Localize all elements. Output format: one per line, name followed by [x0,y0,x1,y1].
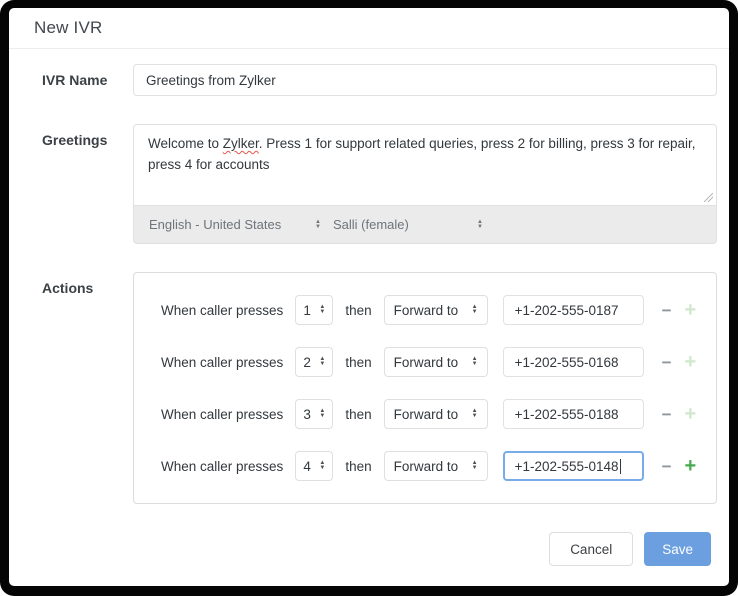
plus-icon: + [685,351,697,373]
select-stepper-icon: ▲▼ [319,305,325,315]
phone-number-value: +1-202-555-0188 [515,407,619,422]
action-row-4: When caller presses 4 ▲▼ then Forward to… [134,451,716,481]
voice-options-band: English - United States ▲▼ Salli (female… [133,206,717,244]
ivr-name-input[interactable]: Greetings from Zylker [133,64,717,96]
cancel-button[interactable]: Cancel [549,532,633,566]
minus-icon: − [662,405,672,424]
phone-number-input[interactable]: +1-202-555-0148 [503,451,644,481]
voice-select-value: Salli (female) [333,217,409,232]
action-connector-text: then [345,303,371,318]
select-stepper-icon: ▲▼ [319,461,325,471]
resize-handle-icon[interactable] [704,193,713,202]
select-stepper-icon: ▲▼ [477,220,483,230]
ivr-name-row: IVR Name Greetings from Zylker [42,64,717,96]
action-type-value: Forward to [394,407,459,422]
plus-icon: + [685,299,697,321]
plus-icon: + [685,403,697,425]
actions-row: Actions When caller presses 1 ▲▼ then [42,272,717,504]
language-select-value: English - United States [149,217,281,232]
remove-action-button[interactable]: − [662,354,672,371]
key-select-value: 3 [303,407,311,422]
select-stepper-icon: ▲▼ [472,409,478,419]
greetings-label: Greetings [42,124,133,244]
key-select-value: 2 [303,355,311,370]
greetings-text-before: Welcome to [148,136,223,151]
action-type-value: Forward to [394,303,459,318]
key-select-value: 1 [303,303,311,318]
phone-number-value: +1-202-555-0148 [515,459,619,474]
action-type-select[interactable]: Forward to ▲▼ [384,451,488,481]
key-select[interactable]: 3 ▲▼ [295,399,333,429]
dialog-body: IVR Name Greetings from Zylker Greetings… [9,49,729,532]
phone-number-input[interactable]: +1-202-555-0188 [503,399,644,429]
action-prefix-text: When caller presses [161,355,283,370]
action-connector-text: then [345,355,371,370]
phone-number-value: +1-202-555-0168 [515,355,619,370]
key-select[interactable]: 4 ▲▼ [295,451,333,481]
remove-action-button[interactable]: − [662,458,672,475]
minus-icon: − [662,301,672,320]
phone-number-input[interactable]: +1-202-555-0187 [503,295,644,325]
actions-panel: When caller presses 1 ▲▼ then Forward to… [133,272,717,504]
select-stepper-icon: ▲▼ [472,461,478,471]
ivr-name-label: IVR Name [42,64,133,96]
phone-number-value: +1-202-555-0187 [515,303,619,318]
action-row-1: When caller presses 1 ▲▼ then Forward to… [134,295,716,325]
add-action-button[interactable]: + [685,352,697,372]
add-action-button[interactable]: + [685,404,697,424]
action-type-select[interactable]: Forward to ▲▼ [384,399,488,429]
dialog-header: New IVR [9,8,729,49]
add-action-button[interactable]: + [685,456,697,476]
remove-action-button[interactable]: − [662,406,672,423]
select-stepper-icon: ▲▼ [472,305,478,315]
action-type-value: Forward to [394,459,459,474]
minus-icon: − [662,457,672,476]
action-type-select[interactable]: Forward to ▲▼ [384,347,488,377]
action-prefix-text: When caller presses [161,303,283,318]
action-connector-text: then [345,407,371,422]
action-prefix-text: When caller presses [161,407,283,422]
save-button[interactable]: Save [644,532,711,566]
language-select[interactable]: English - United States ▲▼ [149,217,321,232]
add-action-button[interactable]: + [685,300,697,320]
action-type-select[interactable]: Forward to ▲▼ [384,295,488,325]
action-connector-text: then [345,459,371,474]
voice-select[interactable]: Salli (female) ▲▼ [333,217,483,232]
phone-number-input[interactable]: +1-202-555-0168 [503,347,644,377]
key-select[interactable]: 2 ▲▼ [295,347,333,377]
key-select-value: 4 [303,459,311,474]
plus-icon: + [685,455,697,477]
actions-label: Actions [42,272,133,504]
select-stepper-icon: ▲▼ [472,357,478,367]
select-stepper-icon: ▲▼ [319,357,325,367]
select-stepper-icon: ▲▼ [315,220,321,230]
greetings-misspelled-word: Zylker [223,136,259,151]
action-row-3: When caller presses 3 ▲▼ then Forward to… [134,399,716,429]
greetings-textarea[interactable]: Welcome to Zylker. Press 1 for support r… [133,124,717,206]
remove-action-button[interactable]: − [662,302,672,319]
ivr-name-value: Greetings from Zylker [146,73,276,88]
text-cursor [620,459,621,474]
greetings-row: Greetings Welcome to Zylker. Press 1 for… [42,124,717,244]
key-select[interactable]: 1 ▲▼ [295,295,333,325]
new-ivr-dialog: New IVR IVR Name Greetings from Zylker G… [9,8,729,586]
action-row-2: When caller presses 2 ▲▼ then Forward to… [134,347,716,377]
select-stepper-icon: ▲▼ [319,409,325,419]
dialog-title: New IVR [34,18,102,38]
window-frame: New IVR IVR Name Greetings from Zylker G… [0,0,738,596]
minus-icon: − [662,353,672,372]
action-type-value: Forward to [394,355,459,370]
action-prefix-text: When caller presses [161,459,283,474]
dialog-footer: Cancel Save [9,532,729,586]
